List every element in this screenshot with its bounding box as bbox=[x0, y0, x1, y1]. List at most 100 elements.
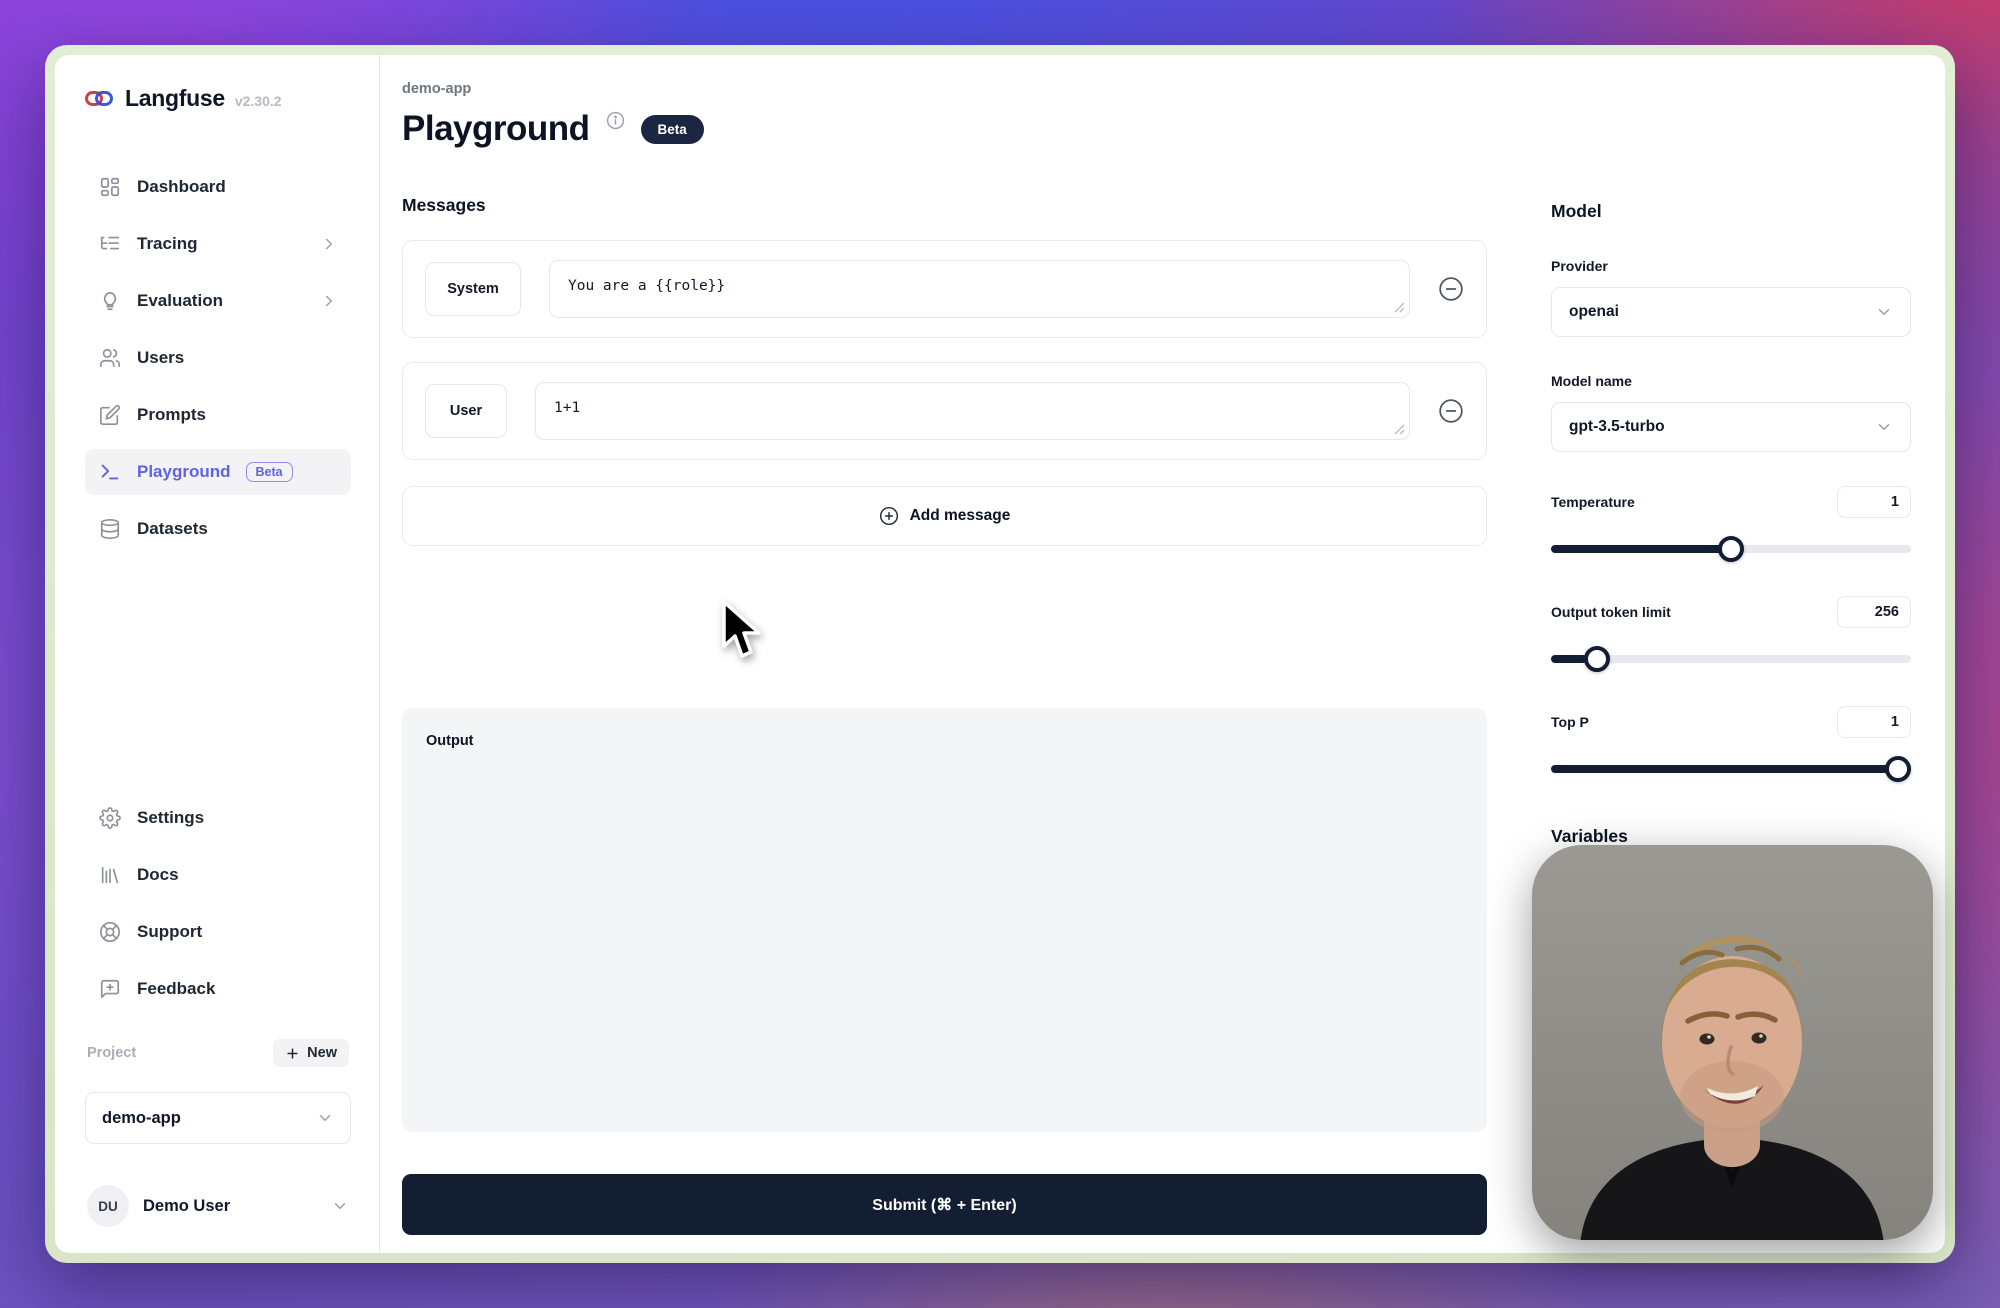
add-message-button[interactable]: Add message bbox=[402, 486, 1487, 546]
sidebar-item-settings[interactable]: Settings bbox=[85, 795, 351, 841]
output-token-limit-label: Output token limit bbox=[1551, 604, 1671, 620]
slider-knob[interactable] bbox=[1718, 536, 1744, 562]
sidebar-item-tracing[interactable]: Tracing bbox=[85, 221, 351, 267]
lifebuoy-icon bbox=[98, 920, 122, 944]
resize-handle[interactable] bbox=[1394, 424, 1405, 435]
sidebar-item-label: Feedback bbox=[137, 979, 215, 999]
project-select-value: demo-app bbox=[102, 1109, 181, 1128]
version-label: v2.30.2 bbox=[235, 93, 282, 109]
output-token-limit-input[interactable]: 256 bbox=[1837, 596, 1911, 628]
database-icon bbox=[98, 517, 122, 541]
sidebar-footer: Settings Docs Support bbox=[85, 795, 351, 1231]
temperature-slider[interactable] bbox=[1551, 536, 1911, 562]
messages-heading: Messages bbox=[402, 195, 1487, 216]
sidebar-item-label: Tracing bbox=[137, 234, 197, 254]
breadcrumb[interactable]: demo-app bbox=[402, 81, 1487, 97]
message-textarea[interactable]: 1+1 bbox=[535, 382, 1410, 440]
message-row-user: User 1+1 bbox=[402, 362, 1487, 460]
remove-message-icon[interactable] bbox=[1438, 398, 1464, 424]
output-label: Output bbox=[426, 733, 474, 749]
sidebar-item-users[interactable]: Users bbox=[85, 335, 351, 381]
brand: Langfuse v2.30.2 bbox=[85, 85, 351, 112]
chevron-right-icon bbox=[320, 292, 338, 310]
message-plus-icon bbox=[98, 977, 122, 1001]
sidebar-item-label: Playground bbox=[137, 462, 231, 482]
sidebar-item-feedback[interactable]: Feedback bbox=[85, 966, 351, 1012]
temperature-label: Temperature bbox=[1551, 494, 1635, 510]
provider-select[interactable]: openai bbox=[1551, 287, 1911, 337]
langfuse-logo-icon bbox=[85, 89, 115, 109]
top-p-label: Top P bbox=[1551, 714, 1589, 730]
avatar: DU bbox=[87, 1185, 129, 1227]
chevron-down-icon bbox=[331, 1197, 349, 1215]
temperature-input[interactable]: 1 bbox=[1837, 486, 1911, 518]
edit-icon bbox=[98, 403, 122, 427]
message-textarea[interactable]: You are a {{role}} bbox=[549, 260, 1410, 318]
project-label: Project bbox=[87, 1045, 136, 1061]
chevron-right-icon bbox=[320, 235, 338, 253]
brand-name: Langfuse bbox=[125, 85, 225, 112]
sidebar-item-label: Support bbox=[137, 922, 202, 942]
sidebar-item-label: Dashboard bbox=[137, 177, 226, 197]
message-row-system: System You are a {{role}} bbox=[402, 240, 1487, 338]
user-menu[interactable]: DU Demo User bbox=[85, 1181, 351, 1231]
webcam-overlay bbox=[1532, 845, 1933, 1240]
sidebar-item-datasets[interactable]: Datasets bbox=[85, 506, 351, 552]
provider-label: Provider bbox=[1551, 258, 1911, 274]
sidebar-item-prompts[interactable]: Prompts bbox=[85, 392, 351, 438]
output-token-limit-control: Output token limit 256 bbox=[1551, 596, 1911, 672]
top-p-slider[interactable] bbox=[1551, 756, 1911, 782]
sidebar-item-label: Settings bbox=[137, 808, 204, 828]
new-project-button[interactable]: New bbox=[273, 1039, 349, 1067]
user-name: Demo User bbox=[143, 1197, 317, 1216]
main-content: demo-app Playground Beta Messages System… bbox=[380, 55, 1551, 1253]
output-panel: Output bbox=[402, 708, 1487, 1132]
sidebar-item-label: Prompts bbox=[137, 405, 206, 425]
chevron-down-icon bbox=[1875, 303, 1893, 321]
sidebar-item-dashboard[interactable]: Dashboard bbox=[85, 164, 351, 210]
beta-badge: Beta bbox=[641, 115, 704, 144]
slider-knob[interactable] bbox=[1584, 646, 1610, 672]
submit-button[interactable]: Submit (⌘ + Enter) bbox=[402, 1174, 1487, 1235]
sidebar-item-support[interactable]: Support bbox=[85, 909, 351, 955]
sidebar-item-label: Evaluation bbox=[137, 291, 223, 311]
sidebar: Langfuse v2.30.2 Dashboard Tracing bbox=[55, 55, 380, 1253]
role-button[interactable]: System bbox=[425, 262, 521, 316]
sidebar-item-evaluation[interactable]: Evaluation bbox=[85, 278, 351, 324]
sidebar-nav: Dashboard Tracing Evaluation bbox=[85, 164, 351, 552]
users-icon bbox=[98, 346, 122, 370]
top-p-input[interactable]: 1 bbox=[1837, 706, 1911, 738]
plus-icon bbox=[285, 1046, 300, 1061]
model-name-label: Model name bbox=[1551, 373, 1911, 389]
info-icon[interactable] bbox=[606, 111, 625, 130]
gear-icon bbox=[98, 806, 122, 830]
sidebar-item-label: Docs bbox=[137, 865, 179, 885]
variables-heading: Variables bbox=[1551, 826, 1911, 847]
webcam-person bbox=[1532, 845, 1933, 1240]
page-title: Playground bbox=[402, 109, 590, 149]
terminal-icon bbox=[98, 460, 122, 484]
library-icon bbox=[98, 863, 122, 887]
slider-knob[interactable] bbox=[1885, 756, 1911, 782]
output-token-limit-slider[interactable] bbox=[1551, 646, 1911, 672]
sidebar-item-docs[interactable]: Docs bbox=[85, 852, 351, 898]
temperature-control: Temperature 1 bbox=[1551, 486, 1911, 562]
model-heading: Model bbox=[1551, 201, 1911, 222]
plus-circle-icon bbox=[879, 506, 899, 526]
dashboard-icon bbox=[98, 175, 122, 199]
role-button[interactable]: User bbox=[425, 384, 507, 438]
sidebar-item-label: Datasets bbox=[137, 519, 208, 539]
project-select[interactable]: demo-app bbox=[85, 1092, 351, 1144]
chevron-down-icon bbox=[1875, 418, 1893, 436]
playground-beta-badge: Beta bbox=[246, 462, 293, 482]
remove-message-icon[interactable] bbox=[1438, 276, 1464, 302]
top-p-control: Top P 1 bbox=[1551, 706, 1911, 782]
model-name-select[interactable]: gpt-3.5-turbo bbox=[1551, 402, 1911, 452]
resize-handle[interactable] bbox=[1394, 302, 1405, 313]
chevron-down-icon bbox=[316, 1109, 334, 1127]
lightbulb-icon bbox=[98, 289, 122, 313]
sidebar-item-playground[interactable]: Playground Beta bbox=[85, 449, 351, 495]
model-name-value: gpt-3.5-turbo bbox=[1569, 418, 1665, 436]
sidebar-item-label: Users bbox=[137, 348, 184, 368]
tracing-icon bbox=[98, 232, 122, 256]
